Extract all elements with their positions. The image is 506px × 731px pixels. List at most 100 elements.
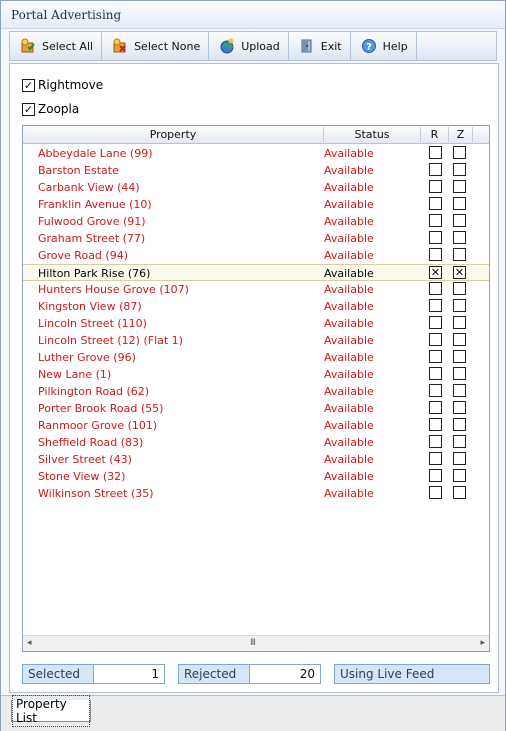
row-property: Hunters House Grove (107) (38, 283, 189, 296)
rightmove-row-checkbox[interactable] (429, 197, 442, 210)
table-row[interactable]: Abbeydale Lane (99) Available (23, 145, 489, 162)
rightmove-row-checkbox[interactable] (429, 367, 442, 380)
table-row[interactable]: Hunters House Grove (107) Available (23, 281, 489, 298)
rightmove-row-checkbox[interactable] (429, 163, 442, 176)
tab-property-list[interactable]: Property List (11, 694, 91, 727)
row-property: New Lane (1) (38, 368, 112, 381)
table-row[interactable]: New Lane (1) Available (23, 366, 489, 383)
row-property: Silver Street (43) (38, 453, 132, 466)
horizontal-scrollbar[interactable]: ◂ III ▸ (23, 635, 489, 651)
help-icon: ? (361, 38, 377, 54)
table-row[interactable]: Wilkinson Street (35) Available (23, 485, 489, 502)
rightmove-row-checkbox[interactable]: ✕ (429, 266, 442, 279)
rightmove-checkbox[interactable]: ✓ (22, 78, 35, 92)
table-row[interactable]: Sheffield Road (83) Available (23, 434, 489, 451)
table-row[interactable]: Lincoln Street (12) (Flat 1) Available (23, 332, 489, 349)
zoopla-row-checkbox[interactable] (453, 214, 466, 227)
title-bar: Portal Advertising (1, 1, 505, 29)
grid-header: Property Status R Z (23, 126, 489, 144)
select-all-icon (20, 38, 36, 54)
zoopla-row-checkbox[interactable] (453, 282, 466, 295)
zoopla-row-checkbox[interactable] (453, 486, 466, 499)
table-row[interactable]: Fulwood Grove (91) Available (23, 213, 489, 230)
rightmove-row-checkbox[interactable] (429, 333, 442, 346)
row-property: Fulwood Grove (91) (38, 215, 146, 228)
zoopla-row-checkbox[interactable] (453, 180, 466, 193)
row-property: Lincoln Street (110) (38, 317, 147, 330)
table-row[interactable]: Franklin Avenue (10) Available (23, 196, 489, 213)
zoopla-row-checkbox[interactable] (453, 299, 466, 312)
rightmove-row-checkbox[interactable] (429, 316, 442, 329)
zoopla-row-checkbox[interactable] (453, 231, 466, 244)
table-row[interactable]: Graham Street (77) Available (23, 230, 489, 247)
table-row[interactable]: Grove Road (94) Available (23, 247, 489, 264)
rightmove-row-checkbox[interactable] (429, 452, 442, 465)
rightmove-row-checkbox[interactable] (429, 469, 442, 482)
toolbar: Select All Select None Upload Exit ? Hel… (9, 31, 497, 61)
rightmove-row-checkbox[interactable] (429, 146, 442, 159)
scroll-right-icon[interactable]: ▸ (480, 638, 485, 648)
zoopla-row-checkbox[interactable] (453, 469, 466, 482)
zoopla-row-checkbox[interactable] (453, 333, 466, 346)
zoopla-row-checkbox[interactable] (453, 350, 466, 363)
select-none-button[interactable]: Select None (102, 32, 210, 60)
zoopla-row-checkbox[interactable] (453, 384, 466, 397)
table-row[interactable]: Stone View (32) Available (23, 468, 489, 485)
table-row[interactable]: Porter Brook Road (55) Available (23, 400, 489, 417)
table-row[interactable]: Luther Grove (96) Available (23, 349, 489, 366)
select-all-button[interactable]: Select All (10, 32, 103, 60)
zoopla-row-checkbox[interactable] (453, 163, 466, 176)
upload-button[interactable]: Upload (209, 32, 289, 60)
rightmove-row-checkbox[interactable] (429, 231, 442, 244)
column-header-z[interactable]: Z (449, 128, 472, 141)
rightmove-row-checkbox[interactable] (429, 486, 442, 499)
zoopla-row-checkbox[interactable] (453, 146, 466, 159)
table-row[interactable]: Lincoln Street (110) Available (23, 315, 489, 332)
rightmove-row-checkbox[interactable] (429, 214, 442, 227)
table-row[interactable]: Pilkington Road (62) Available (23, 383, 489, 400)
zoopla-row-checkbox[interactable] (453, 401, 466, 414)
exit-button[interactable]: Exit (289, 32, 351, 60)
column-header-status[interactable]: Status (324, 128, 420, 141)
row-property: Grove Road (94) (38, 249, 128, 262)
rightmove-row-checkbox[interactable] (429, 180, 442, 193)
rightmove-option[interactable]: ✓ Rightmove (22, 78, 103, 92)
column-header-r[interactable]: R (421, 128, 448, 141)
row-property: Abbeydale Lane (99) (38, 147, 153, 160)
zoopla-row-checkbox[interactable] (453, 367, 466, 380)
exit-icon (299, 38, 315, 54)
row-status: Available (324, 351, 374, 364)
zoopla-option[interactable]: ✓ Zoopla (22, 102, 79, 116)
zoopla-checkbox[interactable]: ✓ (22, 102, 35, 116)
zoopla-row-checkbox[interactable] (453, 197, 466, 210)
table-row[interactable]: Hilton Park Rise (76) Available ✕ ✕ (23, 264, 489, 281)
window-title: Portal Advertising (11, 8, 122, 22)
zoopla-row-checkbox[interactable] (453, 435, 466, 448)
rightmove-row-checkbox[interactable] (429, 282, 442, 295)
row-property: Ranmoor Grove (101) (38, 419, 158, 432)
select-all-label: Select All (42, 39, 94, 53)
table-row[interactable]: Kingston View (87) Available (23, 298, 489, 315)
rightmove-row-checkbox[interactable] (429, 248, 442, 261)
table-row[interactable]: Silver Street (43) Available (23, 451, 489, 468)
rightmove-row-checkbox[interactable] (429, 435, 442, 448)
zoopla-row-checkbox[interactable]: ✕ (453, 266, 466, 279)
scroll-left-icon[interactable]: ◂ (27, 638, 32, 648)
zoopla-row-checkbox[interactable] (453, 248, 466, 261)
zoopla-row-checkbox[interactable] (453, 418, 466, 431)
table-row[interactable]: Ranmoor Grove (101) Available (23, 417, 489, 434)
row-status: Available (324, 147, 374, 160)
table-row[interactable]: Carbank View (44) Available (23, 179, 489, 196)
zoopla-row-checkbox[interactable] (453, 316, 466, 329)
column-header-property[interactable]: Property (23, 128, 323, 141)
scroll-grip[interactable]: III (250, 638, 256, 648)
table-row[interactable]: Barston Estate Available (23, 162, 489, 179)
selected-label: Selected (22, 664, 94, 684)
help-button[interactable]: ? Help (351, 32, 417, 60)
rightmove-row-checkbox[interactable] (429, 418, 442, 431)
rightmove-row-checkbox[interactable] (429, 384, 442, 397)
rightmove-row-checkbox[interactable] (429, 299, 442, 312)
zoopla-row-checkbox[interactable] (453, 452, 466, 465)
rightmove-row-checkbox[interactable] (429, 401, 442, 414)
rightmove-row-checkbox[interactable] (429, 350, 442, 363)
